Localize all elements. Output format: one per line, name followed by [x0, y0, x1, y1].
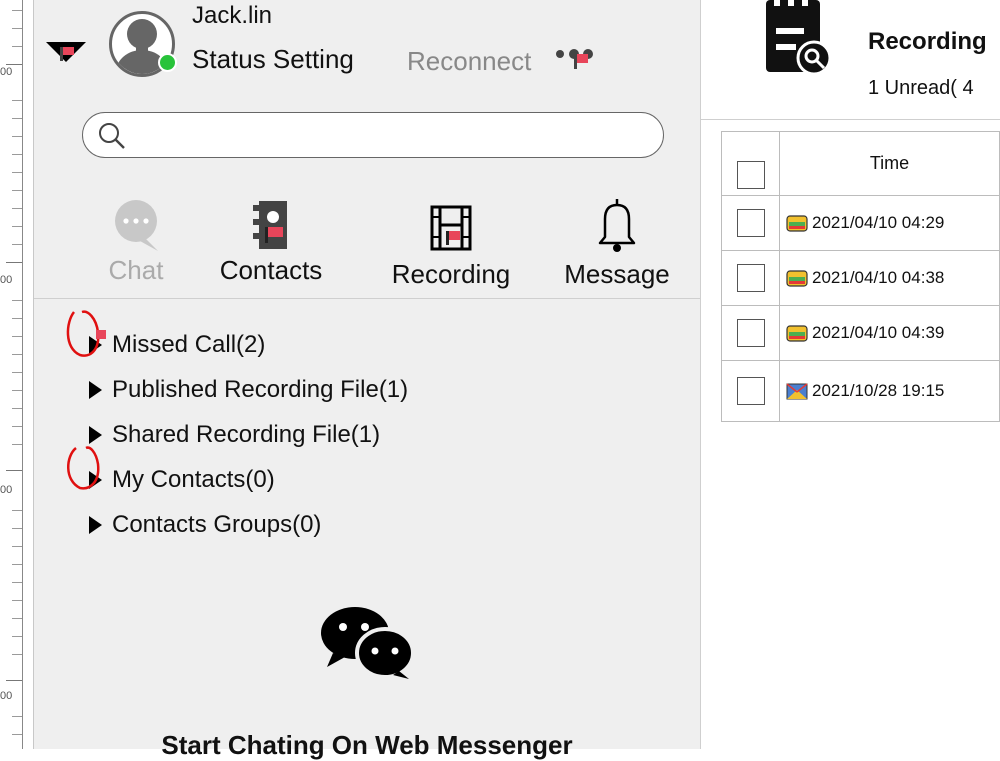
nav-message-label: Message — [564, 259, 670, 289]
chat-bubble-icon — [115, 200, 158, 251]
select-all-checkbox[interactable] — [736, 160, 765, 189]
recording-file-icon — [786, 214, 808, 232]
ruler-label: 00 — [0, 484, 13, 496]
nav-contacts-label: Contacts — [219, 255, 323, 285]
search-box[interactable] — [82, 112, 664, 158]
search-input[interactable] — [129, 119, 653, 153]
username: Jack.lin — [192, 2, 273, 29]
wechat-icon — [321, 607, 415, 679]
more-options-button[interactable] — [554, 42, 602, 76]
tree-item-published-recording[interactable]: Published Recording File(1) — [89, 367, 408, 412]
tree-item-label: Shared Recording File(1) — [112, 420, 381, 448]
ruler-label: 00 — [0, 690, 13, 702]
tree-item-label: Missed Call(2) — [112, 330, 266, 358]
row-checkbox[interactable] — [736, 377, 765, 405]
table-row[interactable]: 2021/04/10 04:38 — [721, 250, 1000, 306]
messenger-panel: Jack.lin Status Setting Reconnect Chat C… — [34, 0, 701, 760]
expand-arrow-icon[interactable] — [89, 515, 102, 534]
start-chat-text: Start Chating On Web Messenger — [161, 730, 573, 760]
ruler-label: 00 — [0, 274, 13, 286]
nav-recording[interactable]: Recording — [384, 195, 518, 290]
ruler: 00 00 00 00 — [0, 0, 34, 749]
nav-contacts[interactable]: Contacts — [210, 195, 332, 286]
film-icon — [430, 205, 472, 251]
column-header-time[interactable]: Time — [779, 131, 1000, 196]
row-time: 2021/10/28 19:15 — [812, 381, 945, 400]
status-setting-link[interactable]: Status Setting — [192, 44, 354, 75]
table-row[interactable]: 2021/04/10 04:29 — [721, 195, 1000, 251]
bell-icon — [598, 199, 636, 252]
ruler-line — [22, 0, 23, 749]
mail-file-icon — [786, 382, 808, 400]
search-icon — [97, 121, 127, 155]
annotation-marks — [66, 310, 106, 490]
unread-count: 1 Unread( 4 — [868, 77, 974, 99]
tree-item-contacts-groups[interactable]: Contacts Groups(0) — [89, 502, 408, 547]
divider — [34, 298, 700, 299]
row-time: 2021/04/10 04:39 — [812, 323, 945, 342]
contacts-book-icon — [253, 201, 287, 249]
nav-chat-label: Chat — [108, 255, 164, 285]
panel-title: Recording — [868, 28, 987, 55]
reconnect-button[interactable]: Reconnect — [407, 46, 531, 77]
row-checkbox[interactable] — [736, 209, 765, 237]
table-header-row: Time — [721, 131, 1000, 196]
more-dots-icon — [556, 49, 593, 69]
wechat-logo — [319, 605, 415, 685]
nav-recording-label: Recording — [391, 259, 511, 289]
row-checkbox[interactable] — [736, 319, 765, 347]
tree-item-label: Contacts Groups(0) — [112, 510, 322, 538]
status-dropdown[interactable] — [46, 38, 90, 70]
tree-item-label: My Contacts(0) — [112, 465, 275, 493]
status-flag-icon — [46, 42, 86, 62]
row-checkbox[interactable] — [736, 264, 765, 292]
recording-table: Time 2021/04/10 04:29 2021/04/10 04:38 2… — [721, 131, 1000, 422]
online-status-dot — [158, 53, 177, 72]
contact-tree: Missed Call(2) Published Recording File(… — [89, 322, 408, 547]
table-row[interactable]: 2021/10/28 19:15 — [721, 360, 1000, 422]
header-divider — [701, 119, 1000, 120]
main-nav: Chat Contacts Recording Message — [34, 195, 700, 295]
recording-file-header-icon — [764, 0, 834, 80]
recording-file-icon — [786, 269, 808, 287]
tree-item-missed-call[interactable]: Missed Call(2) — [89, 322, 408, 367]
recording-file-icon — [786, 324, 808, 342]
row-time: 2021/04/10 04:29 — [812, 213, 945, 232]
row-time: 2021/04/10 04:38 — [812, 268, 945, 287]
recording-panel: Recording 1 Unread( 4 Time 2021/04/10 04… — [701, 0, 1000, 749]
tree-item-shared-recording[interactable]: Shared Recording File(1) — [89, 412, 408, 457]
nav-message[interactable]: Message — [544, 195, 690, 290]
ruler-label: 00 — [0, 66, 13, 78]
tree-item-my-contacts[interactable]: My Contacts(0) — [89, 457, 408, 502]
table-row[interactable]: 2021/04/10 04:39 — [721, 305, 1000, 361]
tree-item-label: Published Recording File(1) — [112, 375, 409, 403]
nav-chat[interactable]: Chat — [100, 195, 172, 286]
